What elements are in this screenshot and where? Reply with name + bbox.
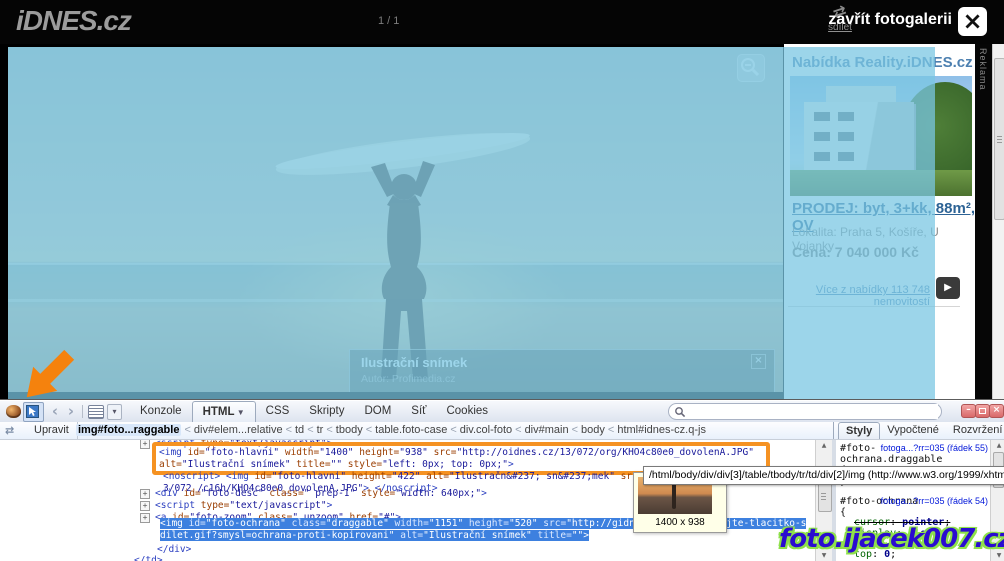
breadcrumb-separator: <	[283, 424, 295, 436]
expander-icon[interactable]: +	[140, 440, 150, 449]
close-icon: ×	[962, 7, 982, 35]
firebug-menu-icon[interactable]	[6, 405, 21, 418]
firebug-close-button[interactable]: ×	[989, 404, 1004, 418]
edit-button[interactable]: Upravit	[26, 422, 78, 439]
panel-divider	[833, 422, 834, 439]
css-selector[interactable]: #foto-ochranafotoga...?rr=035 (řádek 54)	[840, 496, 988, 507]
browser-scrollbar[interactable]	[992, 44, 1004, 399]
toolbar-separator	[82, 405, 83, 418]
css-selector[interactable]: #foto-fotoga...?rr=035 (řádek 55)	[840, 443, 988, 454]
tab-dom[interactable]: DOM	[354, 401, 401, 422]
firebug-tabs: KonzoleHTML ▼CSSSkriptyDOMSíťCookies	[130, 401, 498, 422]
breadcrumb-separator: <	[447, 424, 459, 436]
rule-gap	[840, 487, 988, 496]
panel-caret-button[interactable]: ▾	[107, 404, 122, 420]
code-line[interactable]: </div>	[157, 544, 357, 556]
arrow-right-icon: ▶	[944, 282, 952, 293]
breadcrumb-item[interactable]: div.col-foto	[460, 424, 512, 436]
inspector-icon	[26, 405, 39, 418]
breadcrumb-separator: <	[605, 424, 617, 436]
breadcrumb-item[interactable]: body	[581, 424, 605, 436]
panel-list-button[interactable]	[88, 405, 104, 419]
search-input[interactable]	[689, 404, 938, 419]
tab-konzole[interactable]: Konzole	[130, 401, 192, 422]
xpath-tooltip: /html/body/div/div[3]/table/tbody/tr/td/…	[643, 466, 1004, 485]
tab-skripty[interactable]: Skripty	[299, 401, 354, 422]
breadcrumb-separator: <	[323, 424, 335, 436]
reklama-column: Reklama	[975, 44, 992, 399]
style-tabs: Styly ▼VypočtenéRozvrženíDOM	[838, 422, 1004, 439]
code-tokens: <div id="foto-desc" class=" prep-1" styl…	[155, 488, 487, 499]
tab-síť[interactable]: Síť	[401, 401, 436, 422]
edit-mode-icon: ⇄	[5, 423, 14, 438]
pointer-arrow-annotation	[12, 348, 84, 406]
breadcrumb-item[interactable]: table.foto-case	[375, 424, 447, 436]
breadcrumb-separator: <	[181, 424, 193, 436]
tab-css[interactable]: CSS	[256, 401, 300, 422]
breadcrumb-separator: <	[363, 424, 375, 436]
style-tab-vypočtené[interactable]: Vypočtené	[880, 422, 946, 439]
breadcrumb-item[interactable]: html#idnes-cz.q-js	[617, 424, 706, 436]
close-gallery-label: zavřít fotogalerii	[828, 11, 952, 29]
scroll-up-icon[interactable]: ▲	[816, 441, 832, 451]
tab-html[interactable]: HTML ▼	[192, 401, 256, 422]
code-tokens: </div>	[157, 544, 191, 555]
window-icon	[979, 408, 986, 414]
expander-icon[interactable]: +	[140, 513, 150, 523]
minimize-button[interactable]: –	[961, 404, 976, 418]
css-selector[interactable]: ochrana.draggable	[840, 454, 988, 465]
watermark: foto.ijacek007.cz :-)	[779, 524, 1004, 554]
expander-icon[interactable]: +	[140, 501, 150, 511]
breadcrumb-item[interactable]: div#elem...relative	[194, 424, 283, 436]
chevron-down-icon: ▼	[235, 408, 245, 417]
search-box	[668, 403, 942, 420]
code-tokens: <script type="text/javascript">	[155, 500, 332, 511]
preview-size-label: 1400 x 938	[638, 517, 722, 528]
style-tab-rozvržení[interactable]: Rozvržení	[946, 422, 1004, 439]
reklama-label: Reklama	[978, 48, 988, 91]
breadcrumb-item[interactable]: td	[295, 424, 304, 436]
close-gallery-button[interactable]: ×	[958, 7, 987, 36]
breadcrumb-separator: <	[512, 424, 524, 436]
browser-window: iDNES.cz 1 / 1 ⇄ sdílet zavřít fotogaler…	[0, 0, 1004, 561]
breadcrumb: img#foto...raggable<div#elem...relative<…	[76, 422, 706, 439]
idnes-logo[interactable]: iDNES.cz	[16, 5, 131, 37]
breadcrumb-item[interactable]: tbody	[336, 424, 363, 436]
search-icon	[674, 406, 686, 418]
css-file-link[interactable]: fotoga...?rr=035 (řádek 54)	[881, 496, 988, 506]
ad-more-button[interactable]: ▶	[936, 277, 960, 299]
detach-window-button[interactable]	[975, 404, 990, 418]
browser-scrollbar-thumb[interactable]	[994, 58, 1004, 220]
breadcrumb-item[interactable]: div#main	[525, 424, 569, 436]
code-line[interactable]: </td>	[134, 555, 334, 561]
expander-icon[interactable]: +	[140, 489, 150, 499]
firebug-toolbar: ‹ › ▾ KonzoleHTML ▼CSSSkriptyDOMSíťCooki…	[0, 401, 1004, 423]
gallery-top-bar: iDNES.cz 1 / 1 ⇄ sdílet zavřít fotogaler…	[0, 0, 1004, 44]
scroll-up-icon[interactable]: ▲	[991, 441, 1004, 451]
breadcrumb-separator: <	[569, 424, 581, 436]
page-indicator: 1 / 1	[378, 15, 399, 27]
code-tokens: </td>	[134, 555, 163, 561]
css-file-link[interactable]: fotoga...?rr=035 (řádek 55)	[881, 443, 988, 453]
breadcrumb-item[interactable]: img#foto...raggable	[76, 424, 181, 436]
tab-cookies[interactable]: Cookies	[436, 401, 498, 422]
breadcrumb-separator: <	[304, 424, 316, 436]
breadcrumb-bar: ⇄ Upravit img#foto...raggable<div#elem..…	[0, 422, 1004, 440]
style-tab-styly[interactable]: Styly ▼	[838, 422, 880, 439]
inspect-highlight-overlay	[8, 47, 935, 399]
